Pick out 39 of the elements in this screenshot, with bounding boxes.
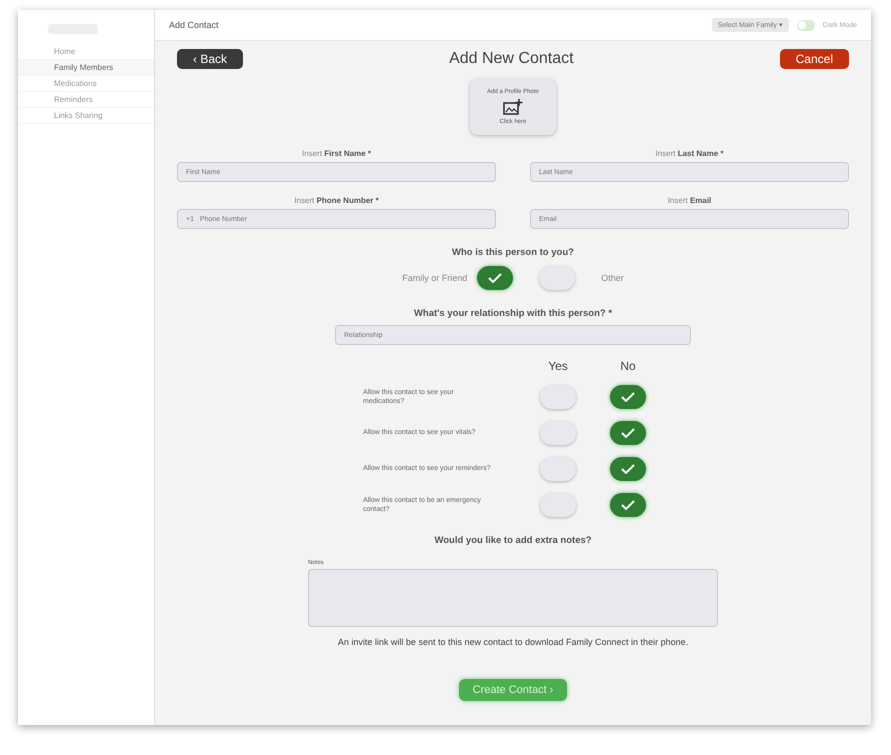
- option-label: Family or Friend: [402, 273, 468, 283]
- cancel-button[interactable]: Cancel: [780, 49, 849, 69]
- field-label: Insert Last Name *: [655, 149, 724, 158]
- column-header: Yes: [547, 359, 569, 373]
- radio-button[interactable]: [610, 457, 646, 481]
- check-icon: [621, 392, 635, 402]
- field-label: Insert Phone Number *: [294, 196, 379, 205]
- question-text: Would you like to add extra notes?: [434, 535, 592, 546]
- radio-button[interactable]: [540, 457, 576, 481]
- radio-button[interactable]: [540, 385, 576, 409]
- radio-button[interactable]: [610, 493, 646, 517]
- create-contact-button[interactable]: Create Contact ›: [458, 679, 568, 701]
- sidebar-item[interactable]: Links Sharing: [18, 108, 154, 124]
- add-image-icon: [503, 98, 523, 116]
- radio-button[interactable]: [610, 385, 646, 409]
- radio-button[interactable]: [539, 266, 576, 290]
- sidebar-item[interactable]: Medications: [18, 76, 154, 92]
- check-icon: [488, 273, 502, 283]
- radio-button[interactable]: [477, 266, 514, 290]
- back-button[interactable]: ‹ Back: [177, 49, 244, 69]
- check-icon: [621, 500, 635, 510]
- radio-button[interactable]: [540, 493, 576, 517]
- question-text: What's your relationship with this person? *: [414, 308, 612, 319]
- page-title: Add Contact: [169, 20, 219, 30]
- radio-button[interactable]: [610, 421, 646, 445]
- sidebar-item[interactable]: Reminders: [18, 92, 154, 108]
- invite-text: An invite link will be sent to this new contact to download Family Connect in their phone.: [336, 637, 690, 647]
- radio-button[interactable]: [540, 421, 576, 445]
- question-text: Who is this person to you?: [452, 247, 574, 258]
- field-label: Insert Email: [668, 196, 712, 205]
- column-header: No: [619, 359, 637, 373]
- option-label: Other: [601, 273, 624, 283]
- check-icon: [621, 428, 635, 438]
- toggle-switch[interactable]: [796, 20, 815, 30]
- check-icon: [621, 464, 635, 474]
- form-title: Add New Contact: [449, 50, 574, 68]
- notes-field[interactable]: [308, 569, 718, 627]
- field-label: Insert First Name *: [302, 149, 371, 158]
- sidebar-item[interactable]: Family Members: [18, 60, 154, 76]
